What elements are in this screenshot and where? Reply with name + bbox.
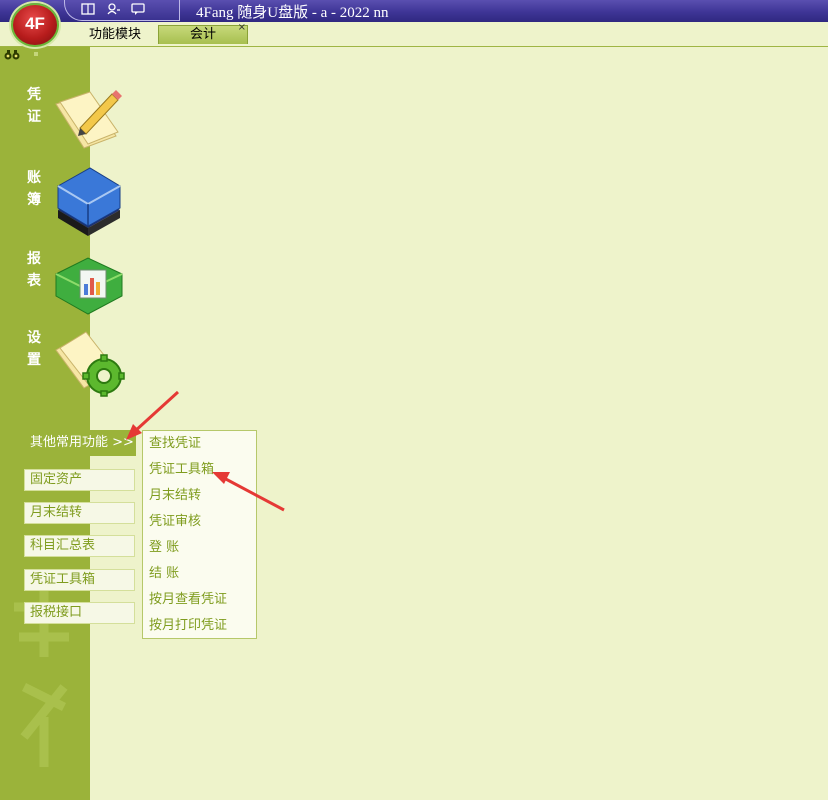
close-icon[interactable]: × — [238, 23, 246, 33]
message-icon[interactable] — [131, 3, 145, 15]
fixed-assets-button[interactable]: 固定资产 — [24, 469, 135, 491]
nav-report-char1: 报 — [27, 251, 41, 267]
voucher-toolbox-button[interactable]: 凭证工具箱 — [24, 569, 135, 591]
nav-settings-char2: 置 — [27, 352, 41, 368]
nav-voucher-char2: 证 — [27, 109, 41, 125]
report-chart-icon[interactable] — [50, 244, 126, 320]
binoculars-icon[interactable] — [4, 50, 20, 60]
tab-accounting[interactable]: 会计 × — [158, 23, 248, 44]
ledger-book-icon[interactable] — [50, 164, 126, 240]
tab-modules[interactable]: 功能模块 — [74, 25, 156, 45]
account-summary-button[interactable]: 科目汇总表 — [24, 535, 135, 557]
nav-settings-char1: 设 — [27, 330, 41, 346]
app-title: 4Fang 随身U盘版 - a - 2022 nn — [196, 5, 389, 21]
submenu-month-end-transfer[interactable]: 月末结转 — [149, 486, 201, 506]
submenu-post-ledger[interactable]: 登 账 — [149, 538, 179, 558]
tab-accounting-label: 会计 — [189, 27, 216, 42]
other-functions-button[interactable]: 其他常用功能 >> — [22, 430, 136, 456]
app-logo[interactable]: 4F — [11, 3, 59, 47]
nav-voucher-label[interactable]: 凭证 — [26, 84, 42, 128]
nav-ledger-char2: 簿 — [27, 192, 41, 208]
submenu-close-ledger[interactable]: 结 账 — [149, 564, 179, 584]
month-end-transfer-button[interactable]: 月末结转 — [24, 502, 135, 524]
nav-report-label[interactable]: 报表 — [26, 248, 42, 292]
sidebar-dot — [34, 52, 38, 56]
settings-gear-icon[interactable] — [50, 322, 126, 398]
logo-text: 4F — [25, 14, 45, 33]
nav-settings-label[interactable]: 设置 — [26, 327, 42, 371]
nav-report-char2: 表 — [27, 273, 41, 289]
nav-ledger-char1: 账 — [27, 170, 41, 186]
quick-toolbar — [64, 0, 180, 21]
book-icon[interactable] — [81, 3, 95, 15]
submenu-view-vouchers-by-month[interactable]: 按月查看凭证 — [149, 590, 227, 610]
voucher-notepad-icon[interactable] — [50, 80, 126, 156]
submenu-voucher-toolbox[interactable]: 凭证工具箱 — [149, 460, 214, 480]
sidebar — [0, 47, 90, 800]
nav-ledger-label[interactable]: 账簿 — [26, 167, 42, 211]
submenu-voucher-review[interactable]: 凭证审核 — [149, 512, 201, 532]
nav-voucher-char1: 凭 — [27, 87, 41, 103]
user-icon[interactable] — [107, 3, 121, 15]
submenu-print-vouchers-by-month[interactable]: 按月打印凭证 — [149, 616, 227, 636]
title-bar: 4Fang 随身U盘版 - a - 2022 nn — [0, 0, 828, 22]
tax-interface-button[interactable]: 报税接口 — [24, 602, 135, 624]
other-functions-submenu: 查找凭证 凭证工具箱 月末结转 凭证审核 登 账 结 账 按月查看凭证 按月打印… — [142, 430, 257, 639]
tab-bar: 功能模块 会计 × — [0, 22, 828, 47]
submenu-find-voucher[interactable]: 查找凭证 — [149, 434, 201, 454]
